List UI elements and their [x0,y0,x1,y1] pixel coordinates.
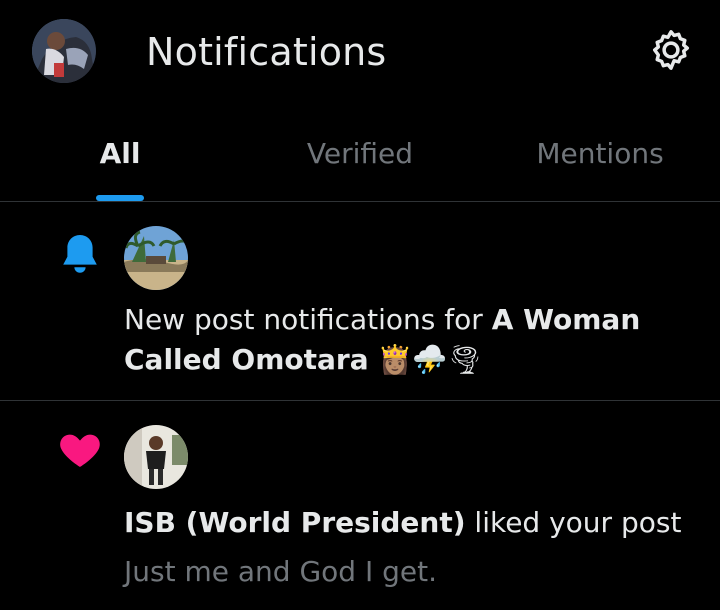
bell-icon [56,230,104,278]
actor-name[interactable]: ISB (World President) [124,506,466,539]
heart-icon [56,425,104,473]
active-tab-indicator [96,195,144,201]
tab-all[interactable]: All [0,106,240,201]
tab-all-label: All [99,137,141,170]
notification-action: liked your post [465,506,682,539]
avatar[interactable] [124,226,188,290]
gear-icon[interactable] [648,27,694,73]
notification-new-post[interactable]: New post notifications for A Woman Calle… [0,202,720,401]
tab-mentions-label: Mentions [536,137,664,170]
header: Notifications [0,0,720,106]
notification-like[interactable]: ISB (World President) liked your post Ju… [0,401,720,610]
page-title: Notifications [146,30,387,74]
post-preview[interactable]: Just me and God I get. [124,555,437,588]
tab-verified-label: Verified [306,137,414,170]
notification-text: ISB (World President) liked your post [124,503,694,543]
account-name-cont[interactable]: Called Omotara [124,343,369,376]
tab-bar: All Verified Mentions [0,106,720,202]
notification-text: New post notifications for A Woman Calle… [124,300,684,380]
account-name[interactable]: A Woman [492,303,641,336]
notification-prefix: New post notifications for [124,303,492,336]
profile-avatar[interactable] [32,19,96,83]
tab-verified[interactable]: Verified [240,106,480,201]
tab-mentions[interactable]: Mentions [480,106,720,201]
account-emoji: 👸🏽⛈️🌪 [377,343,483,376]
avatar[interactable] [124,425,188,489]
